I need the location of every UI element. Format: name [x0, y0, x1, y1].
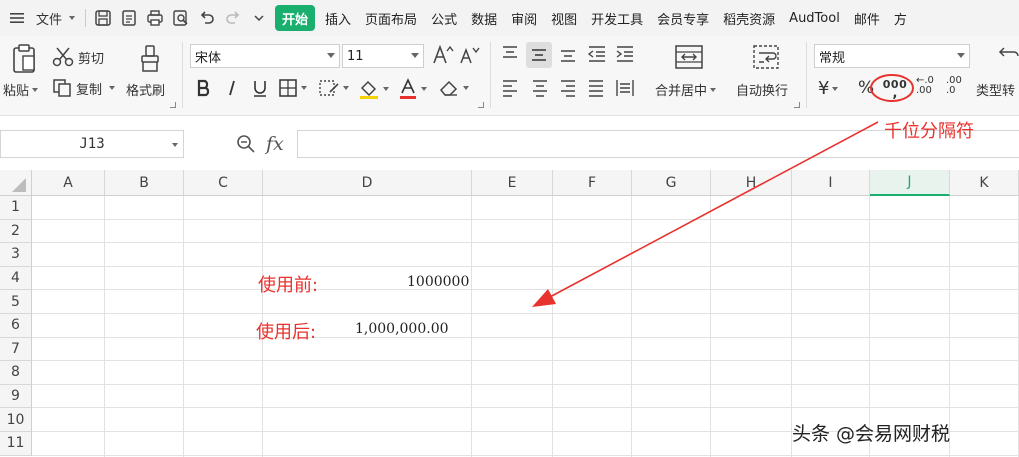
- watermark-text: 头条 @会易网财税: [792, 423, 951, 445]
- annotation-arrow: [532, 121, 879, 307]
- annotation-label: 千位分隔符: [884, 121, 974, 142]
